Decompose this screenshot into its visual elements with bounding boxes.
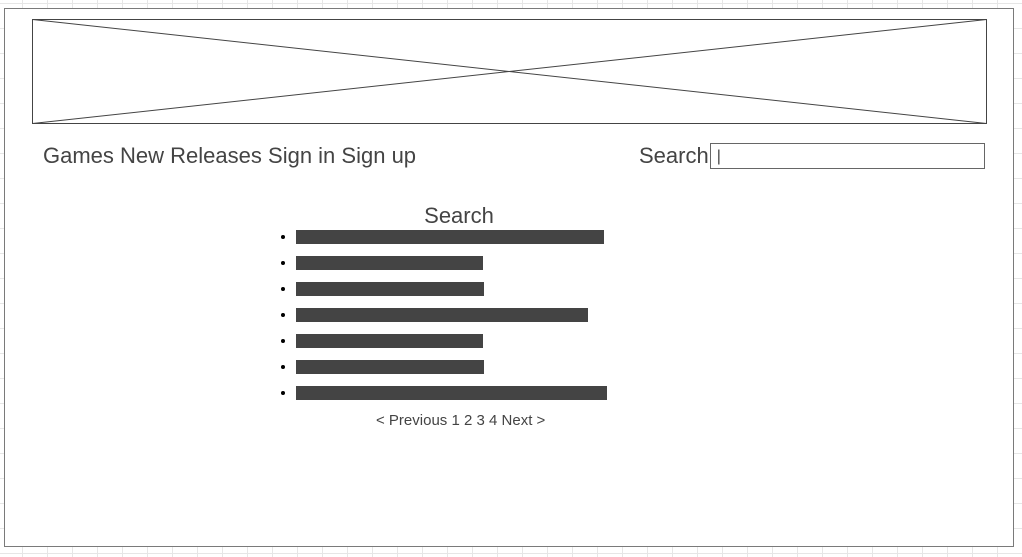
result-text-placeholder[interactable] [296, 386, 607, 400]
result-item [279, 308, 607, 322]
result-text-placeholder[interactable] [296, 282, 484, 296]
previous-page-link[interactable]: < Previous [376, 412, 447, 429]
main-nav: Games New Releases Sign in Sign up [43, 143, 416, 169]
bullet-icon [281, 261, 285, 265]
page-link-2[interactable]: 2 [464, 412, 472, 429]
bullet-icon [281, 287, 285, 291]
results-list [279, 230, 607, 412]
search-area: Search [639, 143, 985, 169]
result-text-placeholder[interactable] [296, 256, 483, 270]
result-item [279, 256, 607, 270]
result-item [279, 282, 607, 296]
bullet-icon [281, 365, 285, 369]
pagination: < Previous 1 2 3 4 Next > [376, 412, 545, 430]
page-link-1[interactable]: 1 [451, 412, 459, 429]
result-item [279, 334, 607, 348]
result-text-placeholder[interactable] [296, 308, 588, 322]
search-input[interactable] [709, 143, 985, 169]
result-item [279, 360, 607, 374]
next-page-link[interactable]: Next > [502, 412, 546, 429]
nav-link-new-releases[interactable]: New Releases [120, 143, 262, 168]
page-link-3[interactable]: 3 [477, 412, 485, 429]
nav-link-sign-in[interactable]: Sign in [268, 143, 335, 168]
result-text-placeholder[interactable] [296, 360, 484, 374]
image-placeholder-icon [32, 19, 987, 124]
bullet-icon [281, 391, 285, 395]
bullet-icon [281, 339, 285, 343]
bullet-icon [281, 313, 285, 317]
nav-link-games[interactable]: Games [43, 143, 114, 168]
nav-link-sign-up[interactable]: Sign up [341, 143, 416, 168]
result-item [279, 230, 607, 244]
result-text-placeholder[interactable] [296, 230, 604, 244]
bullet-icon [281, 235, 285, 239]
banner-image-placeholder [32, 19, 987, 124]
result-text-placeholder[interactable] [296, 334, 483, 348]
page-link-4[interactable]: 4 [489, 412, 497, 429]
result-item [279, 386, 607, 400]
search-label: Search [639, 143, 709, 168]
results-title: Search [424, 203, 494, 228]
